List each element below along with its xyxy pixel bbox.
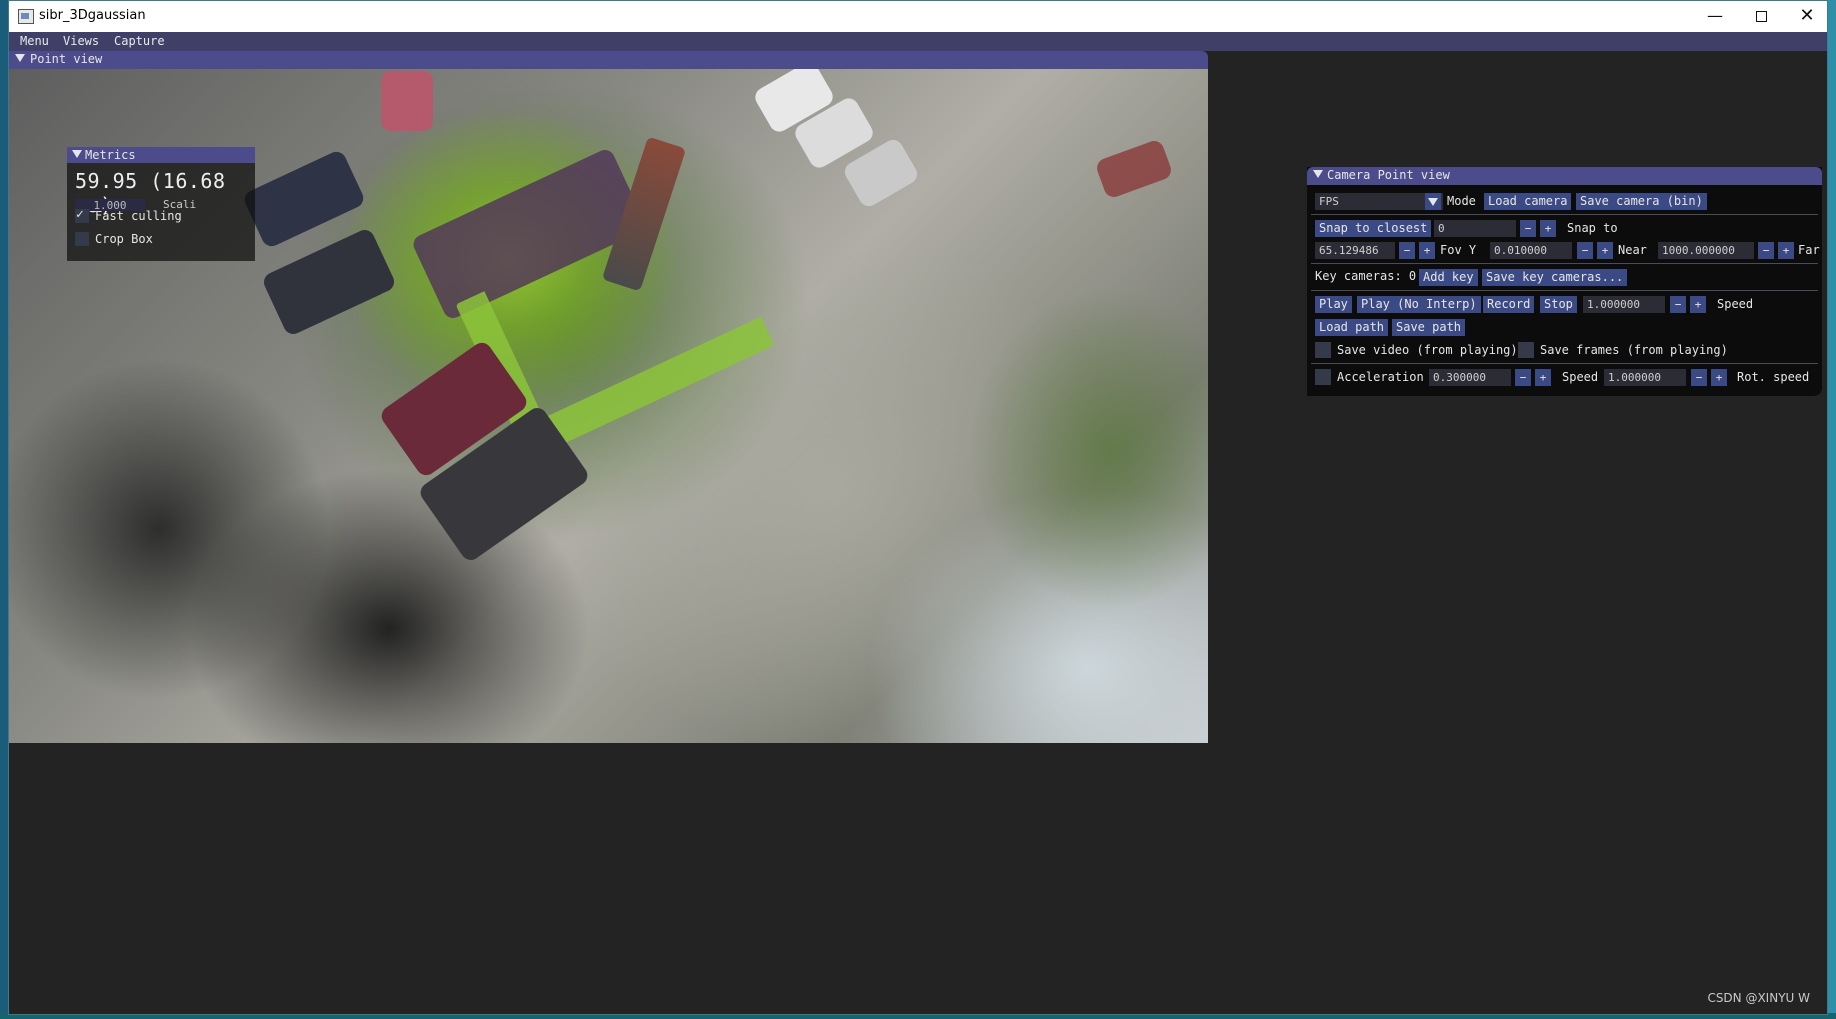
near-decrement-button[interactable]: − bbox=[1577, 242, 1593, 259]
fov-increment-button[interactable]: + bbox=[1419, 242, 1435, 259]
far-input[interactable]: 1000.000000 bbox=[1658, 242, 1754, 259]
near-increment-button[interactable]: + bbox=[1597, 242, 1613, 259]
stop-button[interactable]: Stop bbox=[1540, 296, 1577, 313]
snap-to-closest-button[interactable]: Snap to closest bbox=[1315, 220, 1432, 237]
chevron-down-icon[interactable] bbox=[1425, 193, 1441, 210]
render-viewport[interactable]: Metrics 59.95 (16.68 ms) 1.000 Scali Fas… bbox=[9, 69, 1208, 743]
window-title: sibr_3Dgaussian bbox=[39, 8, 146, 23]
save-key-cameras-button[interactable]: Save key cameras... bbox=[1482, 269, 1628, 286]
speed-label: Speed bbox=[1717, 297, 1754, 311]
camera-panel-header[interactable]: Camera Point view bbox=[1307, 167, 1822, 185]
save-frames-label: Save frames (from playing) bbox=[1540, 343, 1728, 357]
save-video-checkbox[interactable] bbox=[1315, 342, 1331, 358]
near-input[interactable]: 0.010000 bbox=[1490, 242, 1572, 259]
app-window: sibr_3Dgaussian — ✕ Menu Views Capture P… bbox=[8, 0, 1828, 1015]
crop-box-label: Crop Box bbox=[95, 232, 153, 246]
acceleration-checkbox[interactable] bbox=[1315, 369, 1331, 385]
menu-bar: Menu Views Capture bbox=[9, 32, 1827, 51]
collapse-arrow-icon[interactable] bbox=[1313, 170, 1323, 178]
move-speed-increment-button[interactable]: + bbox=[1711, 369, 1727, 386]
acceleration-label: Acceleration bbox=[1337, 370, 1424, 384]
menu-item-menu[interactable]: Menu bbox=[20, 34, 49, 48]
add-key-button[interactable]: Add key bbox=[1419, 269, 1478, 286]
car bbox=[1094, 138, 1174, 200]
fast-culling-checkbox[interactable] bbox=[75, 207, 89, 223]
desktop-left-strip bbox=[0, 0, 8, 1019]
play-no-interp-button[interactable]: Play (No Interp) bbox=[1357, 296, 1481, 313]
watermark: CSDN @XINYU W bbox=[1707, 991, 1810, 1005]
snap-increment-button[interactable]: + bbox=[1540, 220, 1556, 237]
move-speed-input[interactable]: 1.000000 bbox=[1604, 369, 1686, 386]
save-frames-checkbox[interactable] bbox=[1518, 342, 1534, 358]
near-label: Near bbox=[1618, 243, 1647, 257]
mode-select[interactable]: FPS bbox=[1315, 193, 1443, 210]
close-button[interactable]: ✕ bbox=[1784, 1, 1830, 32]
minimize-button[interactable]: — bbox=[1692, 1, 1738, 32]
car bbox=[260, 226, 398, 338]
save-camera-bin-button[interactable]: Save camera (bin) bbox=[1576, 193, 1707, 210]
acceleration-increment-button[interactable]: + bbox=[1535, 369, 1551, 386]
menu-item-views[interactable]: Views bbox=[63, 34, 99, 48]
play-speed-increment-button[interactable]: + bbox=[1690, 296, 1706, 313]
mode-label: Mode bbox=[1447, 194, 1476, 208]
metrics-panel: Metrics 59.95 (16.68 ms) 1.000 Scali Fas… bbox=[67, 147, 255, 261]
camera-panel: Camera Point view FPS Mode Load camera S… bbox=[1307, 167, 1822, 396]
play-button[interactable]: Play bbox=[1315, 296, 1352, 313]
load-camera-button[interactable]: Load camera bbox=[1484, 193, 1572, 210]
divider bbox=[1311, 214, 1818, 215]
key-cameras-count: Key cameras: 0 bbox=[1315, 269, 1417, 283]
snap-index-input[interactable]: 0 bbox=[1434, 220, 1516, 237]
far-increment-button[interactable]: + bbox=[1778, 242, 1794, 259]
fast-culling-label: Fast culling bbox=[95, 209, 182, 223]
snap-decrement-button[interactable]: − bbox=[1520, 220, 1536, 237]
divider bbox=[1311, 290, 1818, 291]
point-view-header[interactable]: Point view bbox=[9, 51, 1208, 69]
acceleration-decrement-button[interactable]: − bbox=[1515, 369, 1531, 386]
maximize-button[interactable] bbox=[1738, 1, 1784, 32]
move-speed-label: Speed bbox=[1562, 370, 1599, 384]
record-button[interactable]: Record bbox=[1483, 296, 1535, 313]
snap-to-label: Snap to bbox=[1567, 221, 1618, 235]
collapse-arrow-icon[interactable] bbox=[72, 150, 82, 158]
save-path-button[interactable]: Save path bbox=[1392, 319, 1466, 336]
point-view-title: Point view bbox=[30, 52, 103, 66]
save-video-label: Save video (from playing) bbox=[1337, 343, 1518, 357]
title-bar[interactable]: sibr_3Dgaussian — ✕ bbox=[9, 1, 1827, 32]
divider bbox=[1311, 363, 1818, 364]
far-label: Far bbox=[1798, 243, 1820, 257]
car bbox=[241, 148, 367, 250]
collapse-arrow-icon[interactable] bbox=[15, 54, 25, 62]
fov-label: Fov Y bbox=[1440, 243, 1477, 257]
play-speed-decrement-button[interactable]: − bbox=[1670, 296, 1686, 313]
play-speed-input[interactable]: 1.000000 bbox=[1583, 296, 1665, 313]
acceleration-input[interactable]: 0.300000 bbox=[1429, 369, 1511, 386]
crop-box-checkbox[interactable] bbox=[75, 232, 89, 246]
metrics-header[interactable]: Metrics bbox=[67, 147, 255, 163]
rot-speed-label: Rot. speed bbox=[1737, 370, 1810, 384]
far-decrement-button[interactable]: − bbox=[1758, 242, 1774, 259]
app-icon bbox=[18, 9, 34, 24]
metrics-title: Metrics bbox=[85, 148, 136, 162]
move-speed-decrement-button[interactable]: − bbox=[1691, 369, 1707, 386]
divider bbox=[1311, 263, 1818, 264]
fov-input[interactable]: 65.129486 bbox=[1315, 242, 1395, 259]
load-path-button[interactable]: Load path bbox=[1315, 319, 1389, 336]
car bbox=[381, 71, 433, 131]
camera-panel-title: Camera Point view bbox=[1327, 168, 1450, 182]
menu-item-capture[interactable]: Capture bbox=[114, 34, 165, 48]
fov-decrement-button[interactable]: − bbox=[1399, 242, 1415, 259]
